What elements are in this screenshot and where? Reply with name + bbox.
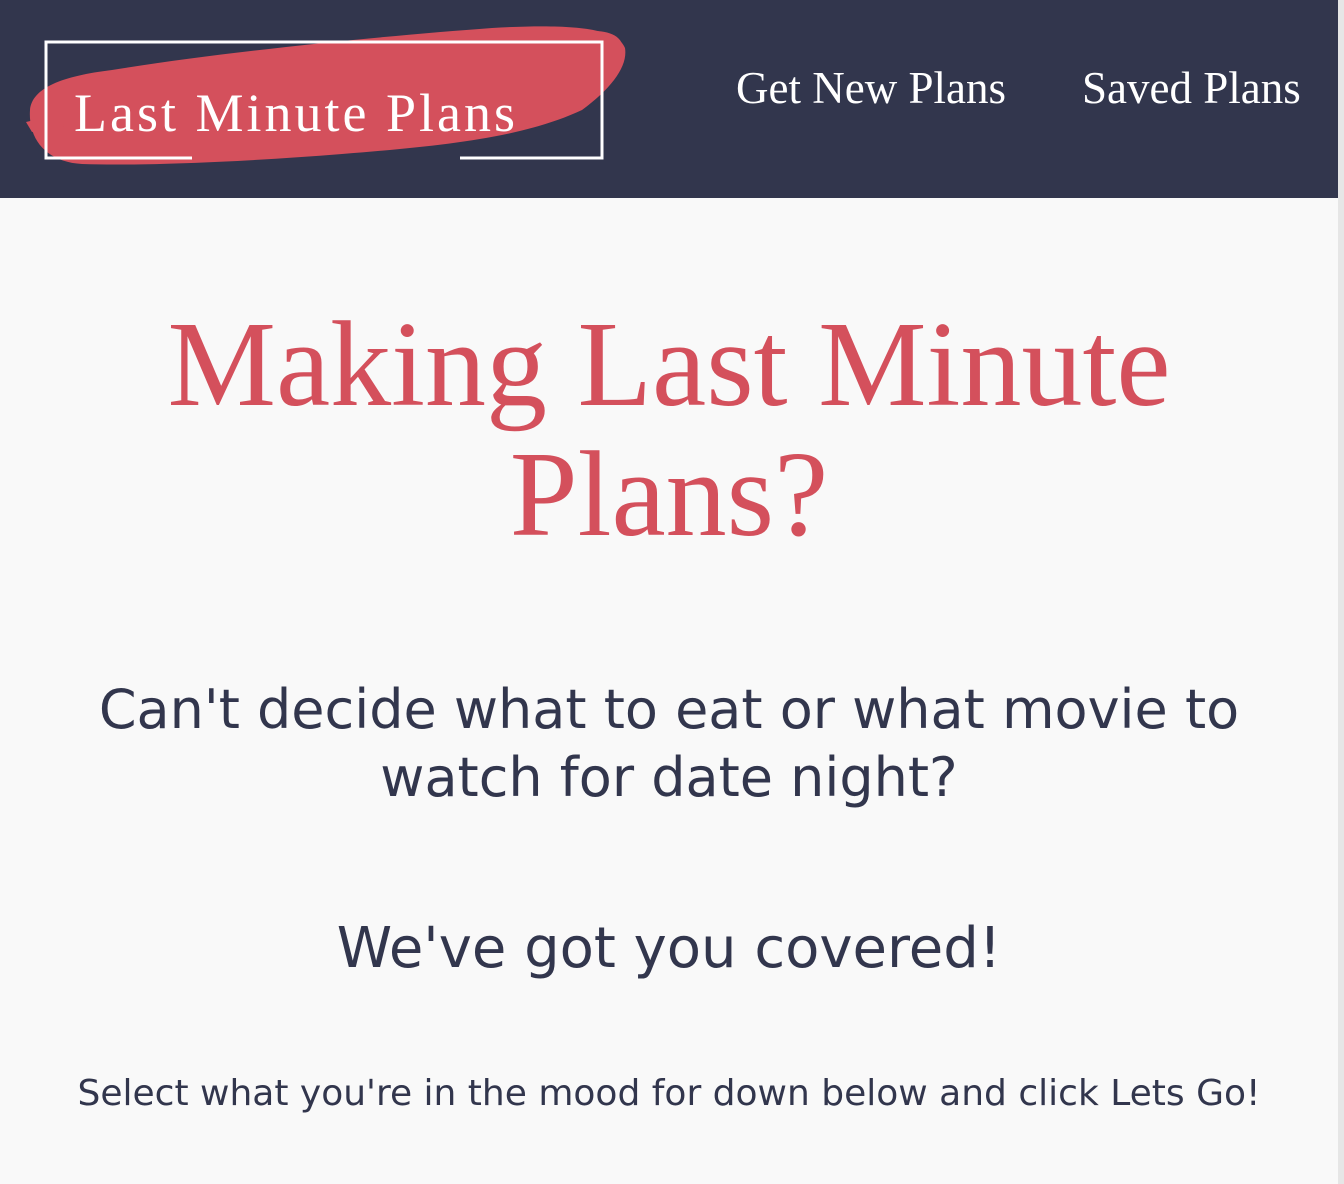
logo-text: Last Minute Plans: [74, 83, 518, 143]
scrollbar-track[interactable]: [1338, 0, 1344, 1184]
page-title: Making Last Minute Plans?: [167, 297, 1171, 562]
navbar: Last Minute Plans Get New Plans Saved Pl…: [0, 0, 1338, 198]
nav-link-get-new-plans[interactable]: Get New Plans: [736, 66, 1006, 111]
lead-question: Can't decide what to eat or what movie t…: [98, 678, 1240, 809]
instructions-text: Select what you're in the mood for down …: [77, 1073, 1261, 1114]
covered-tagline: We've got you covered!: [336, 916, 1002, 981]
logo-link[interactable]: Last Minute Plans: [22, 18, 632, 178]
nav-link-saved-plans[interactable]: Saved Plans: [1082, 66, 1301, 111]
